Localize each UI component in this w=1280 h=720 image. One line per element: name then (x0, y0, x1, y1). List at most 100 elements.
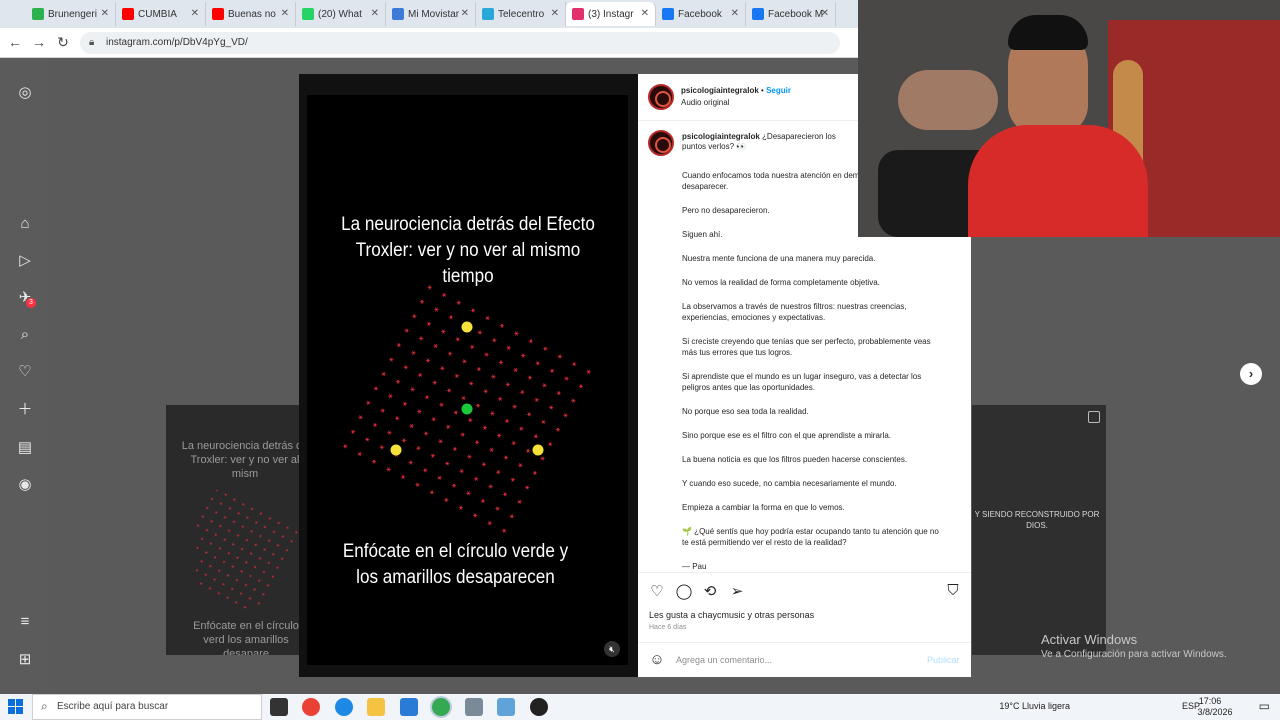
grid-cross: ✶ (217, 501, 224, 508)
caption-username[interactable]: psicologiaintegralok (682, 132, 760, 141)
grid-cross: ✶ (485, 481, 495, 492)
audio-label[interactable]: Audio original (681, 98, 729, 108)
post-video-panel[interactable]: La neurociencia detrás del Efecto Troxle… (299, 74, 638, 677)
background-grid-image: ✶✶✶✶✶✶✶✶✶✶✶✶✶✶✶✶✶✶✶✶✶✶✶✶✶✶✶✶✶✶✶✶✶✶✶✶✶✶✶✶… (196, 490, 299, 610)
browser-tab[interactable]: Facebook M ✕ (746, 2, 836, 26)
browser-tab[interactable]: Buenas no ✕ (206, 2, 296, 26)
username-text[interactable]: psicologiaintegralok (681, 86, 759, 95)
comment-input[interactable]: Agrega un comentario... (676, 655, 772, 665)
close-tab-icon[interactable]: ✕ (551, 8, 559, 19)
grid-cross: ✶ (233, 577, 240, 584)
avatar[interactable] (648, 84, 674, 110)
grid-cross: ✶ (215, 590, 222, 597)
video-frame[interactable]: La neurociencia detrás del Efecto Troxle… (307, 95, 628, 665)
apps-icon[interactable]: ⊞ (16, 651, 34, 669)
task-view-icon[interactable] (270, 698, 288, 716)
browser-tab[interactable]: Mi Movistar ✕ (386, 2, 476, 26)
reload-icon[interactable]: ↻ (54, 34, 72, 51)
grid-cross: ✶ (226, 528, 233, 535)
grid-cross: ✶ (274, 542, 281, 549)
heart-icon[interactable]: ♡ (16, 363, 34, 381)
post-username[interactable]: psicologiaintegralok • Seguir (681, 86, 791, 96)
browser-tab[interactable]: Telecentro ✕ (476, 2, 566, 26)
clock-time[interactable]: 17:06 (1190, 696, 1230, 706)
close-tab-icon[interactable]: ✕ (731, 8, 739, 19)
like-heart-icon[interactable]: ♡ (648, 582, 666, 600)
browser-tab[interactable]: (20) What ✕ (296, 2, 386, 26)
repost-icon[interactable]: ⟲ (701, 582, 719, 600)
forward-arrow-icon[interactable]: → (30, 34, 48, 50)
tab-label: Telecentro (498, 8, 545, 20)
grid-cross: ✶ (417, 297, 427, 308)
close-tab-icon[interactable]: ✕ (371, 8, 379, 19)
next-post-button[interactable]: › (1240, 363, 1262, 385)
grid-cross: ✶ (445, 349, 455, 360)
notification-icon[interactable]: ▭ (1259, 699, 1270, 713)
caption-paragraph: Y cuando eso sucede, no cambia necesaria… (682, 479, 897, 488)
background-reel-thumbnail-right[interactable]: Y SIENDO RECONSTRUIDO POR DIOS. (972, 405, 1106, 655)
grid-cross: ✶ (251, 587, 258, 594)
close-tab-icon[interactable]: ✕ (101, 8, 109, 19)
close-tab-icon[interactable]: ✕ (281, 8, 289, 19)
browser-tab[interactable]: Facebook ✕ (656, 2, 746, 26)
reels-icon[interactable]: ▷ (16, 252, 34, 270)
grid-cross: ✶ (377, 442, 387, 453)
emoji-icon[interactable]: ☺ (648, 651, 666, 668)
home-icon[interactable]: ⌂ (16, 215, 34, 233)
clock-date[interactable]: 3/8/2026 (1190, 707, 1240, 717)
tab-favicon-icon (482, 8, 494, 20)
url-field[interactable]: 🔒︎ instagram.com/p/DbV4pYg_VD/ (80, 32, 840, 54)
close-tab-icon[interactable]: ✕ (821, 8, 829, 19)
grid-cross: ✶ (266, 538, 273, 545)
grid-cross: ✶ (427, 487, 437, 498)
back-arrow-icon[interactable]: ← (6, 34, 24, 50)
create-icon[interactable]: ＋ (16, 401, 34, 419)
grid-cross: ✶ (348, 427, 358, 438)
taskbar-search-input[interactable]: ⌕ Escribe aquí para buscar (32, 694, 262, 720)
mute-icon[interactable]: 🔇︎ (604, 641, 620, 657)
chrome-active-icon[interactable] (432, 698, 450, 716)
grid-cross: ✶ (413, 443, 423, 454)
grid-cross: ✶ (274, 565, 281, 572)
background-reel-thumbnail[interactable]: La neurociencia detrás de Troxler: ver y… (166, 405, 299, 655)
grid-cross: ✶ (554, 388, 564, 399)
grid-cross: ✶ (481, 349, 491, 360)
app-icon-3[interactable] (530, 698, 548, 716)
grid-cross: ✶ (569, 359, 579, 370)
grid-cross: ✶ (435, 436, 445, 447)
close-tab-icon[interactable]: ✕ (461, 8, 469, 19)
browser-tab[interactable]: CUMBIA ✕ (116, 2, 206, 26)
caption-paragraph: Empieza a cambiar la forma en que lo vem… (682, 503, 845, 512)
grid-cross: ✶ (261, 524, 268, 531)
app-icon[interactable] (465, 698, 483, 716)
likes-text[interactable]: Les gusta a chaycmusic y otras personas (649, 610, 814, 620)
weather-text[interactable]: 19°C Lluvia ligera (999, 701, 1070, 711)
store-icon[interactable] (400, 698, 418, 716)
browser-tab[interactable]: Brunengeri ✕ (26, 2, 116, 26)
grid-cross: ✶ (473, 401, 483, 412)
instagram-logo-icon[interactable]: ◎ (16, 84, 34, 102)
profile-icon[interactable]: ◉ (16, 476, 34, 494)
caption-avatar[interactable] (648, 130, 674, 156)
menu-icon[interactable]: ≡ (16, 613, 34, 631)
close-tab-icon[interactable]: ✕ (641, 8, 649, 19)
edge-icon[interactable] (335, 698, 353, 716)
search-icon[interactable]: ⌕ (16, 326, 34, 344)
app-icon-2[interactable] (497, 698, 515, 716)
file-explorer-icon[interactable] (367, 698, 385, 716)
grid-cross: ✶ (420, 465, 430, 476)
publish-button[interactable]: Publicar (927, 655, 960, 665)
dashboard-icon[interactable]: ▤ (16, 439, 34, 457)
comment-icon[interactable]: ◯ (675, 582, 693, 600)
close-tab-icon[interactable]: ✕ (191, 8, 199, 19)
share-icon[interactable]: ➢ (728, 582, 746, 600)
grid-cross: ✶ (405, 457, 415, 468)
follow-button[interactable]: Seguir (766, 86, 791, 95)
grid-cross: ✶ (256, 555, 263, 562)
bookmark-icon[interactable]: ⛉ (944, 582, 962, 599)
windows-start-icon[interactable] (8, 699, 24, 715)
chrome-icon[interactable] (302, 698, 320, 716)
grid-cross: ✶ (434, 473, 444, 484)
browser-tab[interactable]: (3) Instagr ✕ (566, 2, 656, 26)
grid-cross: ✶ (547, 366, 557, 377)
